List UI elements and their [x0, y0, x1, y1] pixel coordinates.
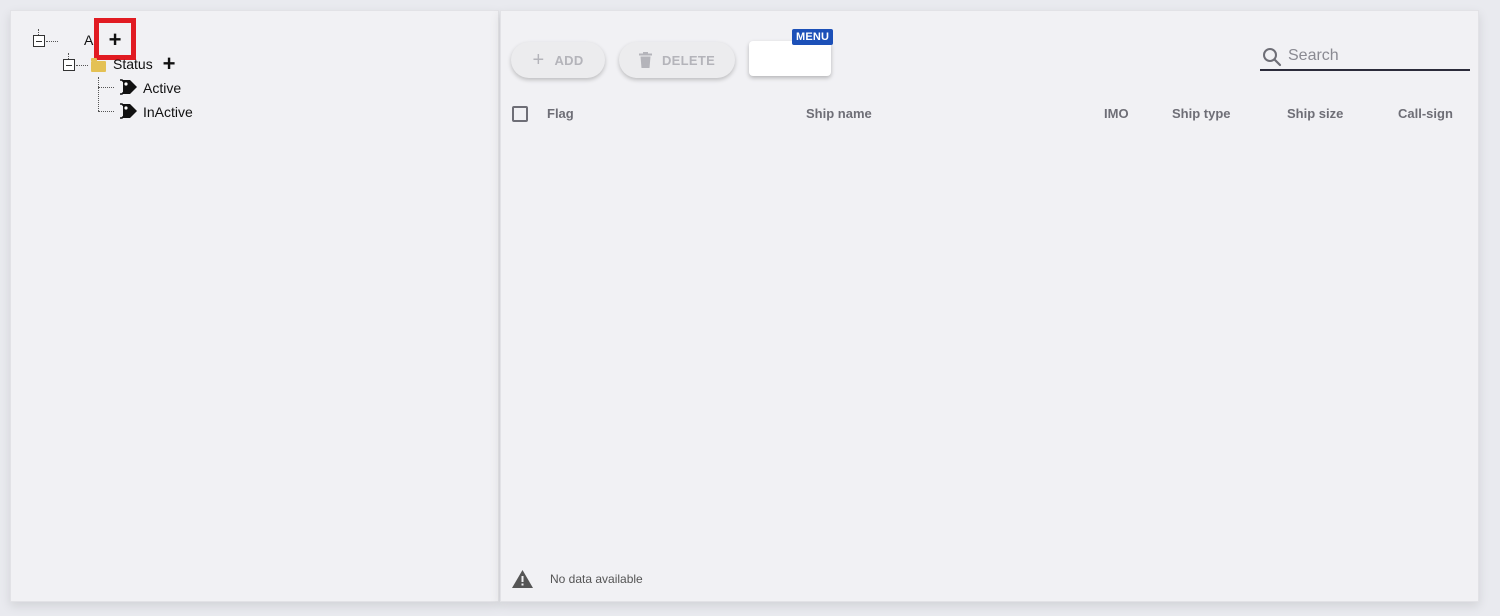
tree-line [76, 65, 88, 66]
column-header-imo[interactable]: IMO [1104, 106, 1129, 121]
tag-icon [120, 79, 137, 95]
tag-icon [120, 103, 137, 119]
folder-icon [91, 58, 106, 72]
column-header-ship-size[interactable]: Ship size [1287, 106, 1343, 121]
empty-state: No data available [511, 569, 643, 589]
tree-line [98, 111, 114, 112]
collapse-toggle-status[interactable] [63, 59, 75, 71]
menu-button[interactable] [749, 41, 831, 76]
tree-line [98, 77, 99, 111]
column-header-ship-type[interactable]: Ship type [1172, 106, 1231, 121]
tree-node-active-label[interactable]: Active [143, 80, 181, 96]
tree-panel: A + Status + Active InActive [10, 10, 499, 602]
tree-line [98, 87, 114, 88]
column-header-call-sign[interactable]: Call-sign [1398, 106, 1453, 121]
add-button-label: ADD [554, 52, 584, 68]
warning-icon [512, 570, 533, 588]
collapse-toggle-root[interactable] [33, 35, 45, 47]
column-header-ship-name[interactable]: Ship name [806, 106, 872, 121]
column-header-flag[interactable]: Flag [547, 106, 574, 121]
add-child-root-button[interactable]: + [105, 29, 125, 51]
menu-badge: MENU [792, 29, 834, 45]
trash-icon [638, 52, 652, 68]
ships-panel: + ADD DELETE MENU Flag Ship name IMO Shi… [500, 10, 1479, 602]
tree-node-status-label[interactable]: Status [113, 56, 153, 72]
add-button[interactable]: + ADD [511, 42, 605, 78]
plus-icon: + [532, 49, 545, 71]
tree-node-root-label[interactable]: A [84, 32, 93, 48]
search-icon [1263, 48, 1282, 67]
delete-button[interactable]: DELETE [619, 42, 735, 78]
tree-node-inactive-label[interactable]: InActive [143, 104, 193, 120]
tree-line [46, 41, 58, 42]
delete-button-label: DELETE [661, 52, 716, 68]
select-all-checkbox[interactable] [512, 106, 528, 122]
search-input[interactable] [1288, 45, 1466, 67]
search-field [1260, 43, 1470, 71]
add-child-status-button[interactable]: + [159, 53, 179, 75]
no-data-message: No data available [550, 572, 643, 586]
